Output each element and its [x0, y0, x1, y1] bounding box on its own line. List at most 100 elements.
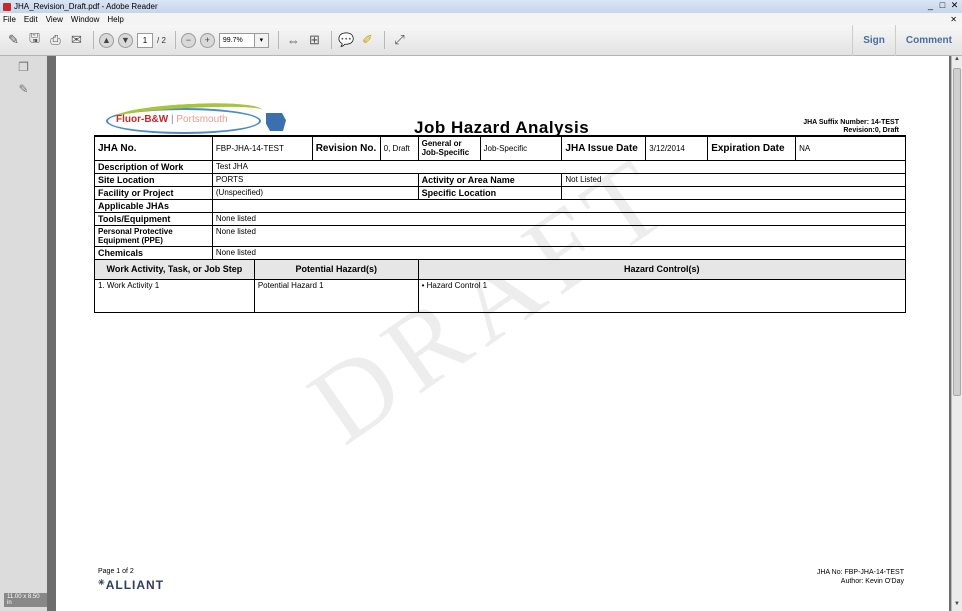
ppe-label: Personal Protective Equipment (PPE) — [94, 224, 213, 247]
expand-icon[interactable]: ⤢ — [390, 31, 409, 50]
toolbar-separator — [174, 31, 176, 49]
comment-button[interactable]: Comment — [894, 25, 962, 56]
close-document-button[interactable]: ✕ — [950, 15, 957, 24]
issue-date-label: JHA Issue Date — [561, 135, 647, 161]
scroll-down-icon[interactable]: ▼ — [952, 601, 962, 611]
suffix-block: JHA Suffix Number: 14-TEST Revision:0, D… — [803, 119, 899, 135]
window-title: JHA_Revision_Draft.pdf - Adobe Reader — [14, 2, 158, 11]
navigation-pane: ❐ ✎ 11.00 x 8.50 in — [0, 56, 47, 611]
fluor-bw-logo: Fluor-B&W | Portsmouth — [106, 100, 291, 136]
issue-date-value: 3/12/2014 — [645, 135, 709, 161]
menu-window[interactable]: Window — [71, 15, 99, 24]
minimize-button[interactable]: _ — [925, 0, 936, 11]
jha-no-value: FBP-JHA-14-TEST — [211, 135, 313, 161]
next-page-icon[interactable]: ▼ — [118, 32, 133, 48]
jha-header-row: JHA No. FBP-JHA-14-TEST Revision No. 0, … — [94, 135, 906, 161]
footer-jha-no: JHA No: FBP-JHA-14-TEST — [816, 569, 904, 576]
logo-fluor-text: Fluor-B&W — [116, 114, 169, 125]
menu-bar: File Edit View Window Help ✕ — [0, 13, 962, 25]
save-icon[interactable]: 🖫 — [25, 30, 44, 50]
zoom-input[interactable]: 99.7% — [218, 32, 255, 48]
menu-help[interactable]: Help — [107, 15, 123, 24]
email-icon[interactable]: ✉ — [67, 31, 86, 50]
column-header-row: Work Activity, Task, or Job Step Potenti… — [94, 258, 907, 280]
hazard-cell: Potential Hazard 1 — [253, 278, 419, 313]
menu-view[interactable]: View — [46, 15, 63, 24]
activity-cell: 1. Work Activity 1 — [94, 278, 255, 313]
highlight-icon[interactable]: ✐ — [358, 31, 377, 50]
create-icon[interactable]: ✎ — [4, 31, 23, 50]
scrollbar-thumb[interactable] — [953, 68, 961, 396]
general-label: General or Job-Specific — [417, 135, 481, 161]
adobe-reader-icon — [3, 2, 11, 11]
activity-area-label: Activity or Area Name — [417, 172, 563, 187]
column-header-hazards: Potential Hazard(s) — [253, 258, 419, 280]
menu-file[interactable]: File — [3, 15, 16, 24]
jha-table: JHA No. FBP-JHA-14-TEST Revision No. 0, … — [94, 135, 907, 313]
table-row: Facility or Project (Unspecified) Specif… — [94, 185, 906, 200]
applicable-label: Applicable JHAs — [94, 198, 213, 213]
fit-page-icon[interactable]: ⊞ — [305, 31, 324, 50]
menu-edit[interactable]: Edit — [24, 15, 38, 24]
expiration-label: Expiration Date — [707, 135, 797, 161]
toolbar-separator — [277, 31, 279, 49]
table-row: Tools/Equipment None listed — [94, 211, 907, 226]
scroll-up-icon[interactable]: ▲ — [952, 56, 962, 66]
column-header-activity: Work Activity, Task, or Job Step — [94, 258, 255, 280]
chemicals-value: None listed — [211, 245, 907, 260]
tools-value: None listed — [211, 211, 907, 226]
attachments-icon[interactable]: ✎ — [0, 78, 47, 100]
control-cell: Hazard Control 1 — [417, 278, 907, 313]
ppe-value: None listed — [211, 224, 907, 247]
revision-label: Revision No. — [311, 135, 381, 161]
alliant-star-icon: ✳ — [98, 578, 106, 587]
activity-row: 1. Work Activity 1 Potential Hazard 1 Ha… — [94, 278, 907, 313]
alliant-text: ALLIANT — [105, 578, 165, 592]
logo-portsmouth-text: Portsmouth — [176, 114, 228, 125]
logo-text: Fluor-B&W | Portsmouth — [116, 114, 228, 125]
description-value: Test JHA — [211, 159, 907, 174]
toolbar-separator — [330, 31, 332, 49]
toolbar-right: Sign Comment — [852, 25, 962, 56]
zoom-dropdown-icon[interactable]: ▾ — [254, 32, 269, 48]
site-value: PORTS — [211, 172, 419, 187]
general-value: Job-Specific — [479, 135, 563, 161]
tools-label: Tools/Equipment — [94, 211, 213, 226]
previous-page-icon[interactable]: ▲ — [99, 32, 114, 48]
jha-no-label: JHA No. — [94, 135, 213, 161]
maximize-button[interactable]: □ — [937, 0, 948, 11]
pane-divider[interactable] — [47, 56, 52, 611]
control-item: Hazard Control 1 — [422, 281, 488, 290]
activity-area-value: Not Listed — [561, 172, 906, 187]
page-number-input[interactable]: 1 — [137, 32, 153, 48]
footer-author: Author: Kevin O'Day — [840, 578, 904, 585]
site-label: Site Location — [94, 172, 213, 187]
toolbar-separator — [383, 31, 385, 49]
column-header-controls: Hazard Control(s) — [417, 258, 907, 280]
sign-button[interactable]: Sign — [852, 25, 895, 56]
fit-width-icon[interactable]: ⇔ — [284, 31, 303, 50]
zoom-in-icon[interactable]: + — [199, 32, 215, 48]
applicable-value — [211, 198, 907, 213]
table-row: Description of Work Test JHA — [94, 159, 907, 174]
revision-value: 0, Draft — [379, 135, 419, 161]
close-window-button[interactable]: ✕ — [949, 0, 960, 11]
page-footer-number: Page 1 of 2 — [98, 568, 134, 575]
table-row: Site Location PORTS Activity or Area Nam… — [94, 172, 906, 187]
zoom-out-icon[interactable]: − — [180, 32, 196, 48]
ohio-state-icon — [266, 113, 286, 131]
alliant-logo: ✳ALLIANT — [98, 578, 164, 592]
print-icon[interactable]: ⎙ — [46, 31, 65, 50]
page-total: / 2 — [157, 35, 166, 45]
specific-location-label: Specific Location — [417, 185, 563, 200]
toolbar-separator — [93, 31, 94, 49]
suffix-number: JHA Suffix Number: 14-TEST — [803, 119, 899, 126]
description-label: Description of Work — [94, 159, 213, 174]
comment-note-icon[interactable]: 💬 — [337, 31, 356, 50]
page-size-label: 11.00 x 8.50 in — [4, 593, 47, 607]
page-thumbnails-icon[interactable]: ❐ — [0, 56, 47, 78]
expiration-value: NA — [795, 135, 906, 161]
footer-right: JHA No: FBP-JHA-14-TEST Author: Kevin O'… — [817, 568, 904, 586]
vertical-scrollbar[interactable]: ▲ ▼ — [951, 56, 962, 611]
window-title-bar: JHA_Revision_Draft.pdf - Adobe Reader _ … — [0, 0, 962, 13]
